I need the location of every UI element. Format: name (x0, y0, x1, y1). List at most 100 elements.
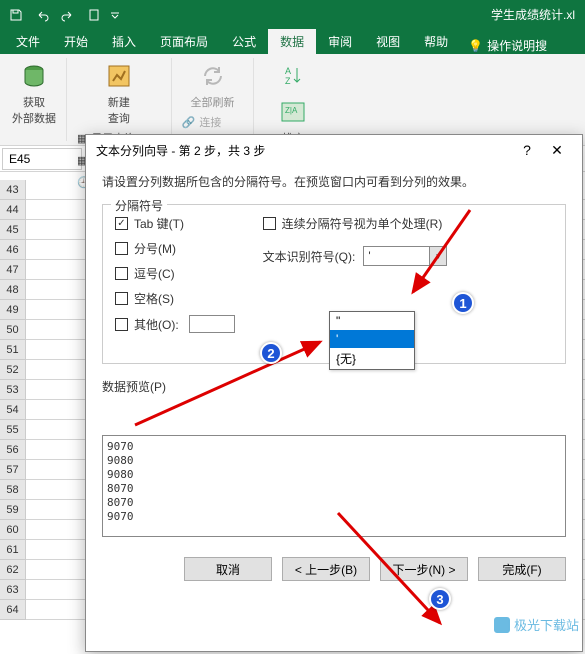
dialog-help-button[interactable]: ? (512, 135, 542, 165)
checkbox-comma-label: 逗号(C) (134, 265, 175, 282)
tab-view[interactable]: 视图 (364, 29, 412, 54)
annotation-badge-2: 2 (260, 342, 282, 364)
checkbox-empty-icon (115, 318, 128, 331)
qualifier-value: ' (368, 249, 370, 263)
tab-home[interactable]: 开始 (52, 29, 100, 54)
dialog-titlebar[interactable]: 文本分列向导 - 第 2 步，共 3 步 ? ✕ (86, 135, 582, 165)
dialog-close-button[interactable]: ✕ (542, 135, 572, 165)
customize-qat-icon[interactable] (108, 3, 122, 27)
name-box[interactable] (2, 148, 82, 170)
row-header[interactable]: 53 (0, 380, 26, 400)
delimiters-legend: 分隔符号 (111, 197, 167, 214)
tab-data[interactable]: 数据 (268, 29, 316, 54)
link-icon: 🔗 (182, 116, 196, 129)
save-icon[interactable] (4, 3, 28, 27)
refresh-all-button[interactable]: 全部刷新 (187, 58, 239, 112)
dialog-buttons: 取消 < 上一步(B) 下一步(N) > 完成(F) (86, 545, 582, 593)
group-connections: 全部刷新 🔗连接 ☰属性 🔗编辑链接 (172, 58, 255, 141)
checkbox-tab[interactable]: ✓Tab 键(T) (115, 215, 235, 232)
group-external-data: 获取 外部数据 (2, 58, 67, 141)
connections-label: 连接 (199, 114, 221, 130)
row-header[interactable]: 56 (0, 440, 26, 460)
back-button[interactable]: < 上一步(B) (282, 557, 370, 581)
row-header[interactable]: 45 (0, 220, 26, 240)
checkbox-semicolon-label: 分号(M) (134, 240, 176, 257)
row-header[interactable]: 57 (0, 460, 26, 480)
tab-formulas[interactable]: 公式 (220, 29, 268, 54)
row-header[interactable]: 46 (0, 240, 26, 260)
svg-text:A: A (285, 66, 291, 76)
tab-help[interactable]: 帮助 (412, 29, 460, 54)
row-header[interactable]: 60 (0, 520, 26, 540)
refresh-all-label: 全部刷新 (191, 94, 235, 110)
finish-button[interactable]: 完成(F) (478, 557, 566, 581)
redo-icon[interactable] (56, 3, 80, 27)
ribbon-tabs: 文件 开始 插入 页面布局 公式 数据 审阅 视图 帮助 💡 操作说明搜 (0, 29, 585, 54)
checkbox-semicolon[interactable]: 分号(M) (115, 240, 235, 257)
undo-icon[interactable] (30, 3, 54, 27)
tab-pagelayout[interactable]: 页面布局 (148, 29, 220, 54)
row-header[interactable]: 52 (0, 360, 26, 380)
get-external-data-button[interactable]: 获取 外部数据 (8, 58, 60, 128)
checkbox-checked-icon: ✓ (115, 217, 128, 230)
checkbox-space-label: 空格(S) (134, 290, 174, 307)
checkbox-empty-icon (115, 292, 128, 305)
qualifier-label: 文本识别符号(Q): (263, 248, 356, 265)
text-to-columns-dialog: 文本分列向导 - 第 2 步，共 3 步 ? ✕ 请设置分列数据所包含的分隔符号… (85, 134, 583, 652)
row-header[interactable]: 58 (0, 480, 26, 500)
checkbox-other-label: 其他(O): (134, 316, 179, 333)
touch-mode-icon[interactable] (82, 3, 106, 27)
other-delimiter-input[interactable] (189, 315, 235, 333)
row-header[interactable]: 48 (0, 280, 26, 300)
row-header[interactable]: 63 (0, 580, 26, 600)
row-header[interactable]: 44 (0, 200, 26, 220)
checkbox-comma[interactable]: 逗号(C) (115, 265, 235, 282)
row-header[interactable]: 50 (0, 320, 26, 340)
tab-review[interactable]: 审阅 (316, 29, 364, 54)
dropdown-option[interactable]: {无} (330, 348, 414, 369)
dialog-title-text: 文本分列向导 - 第 2 步，共 3 步 (96, 142, 265, 159)
row-header[interactable]: 47 (0, 260, 26, 280)
watermark-text: 极光下载站 (514, 615, 579, 634)
row-header[interactable]: 62 (0, 560, 26, 580)
group-get-transform: 新建 查询 ▦显示查询 ▦从表格 🕘最近使用的源 (67, 58, 172, 141)
lightbulb-icon: 💡 (468, 39, 483, 53)
row-header[interactable]: 54 (0, 400, 26, 420)
qualifier-dropdown-list[interactable]: "'{无} (329, 311, 415, 370)
filename: 学生成绩统计.xl (491, 6, 581, 23)
watermark-icon (494, 617, 510, 633)
tab-insert[interactable]: 插入 (100, 29, 148, 54)
preview-box[interactable]: 9070 9080 9080 8070 8070 9070 (102, 435, 566, 537)
checkbox-empty-icon (115, 242, 128, 255)
checkbox-consecutive-label: 连续分隔符号视为单个处理(R) (282, 215, 443, 232)
new-query-icon (103, 60, 135, 92)
next-button[interactable]: 下一步(N) > (380, 557, 468, 581)
external-data-icon (18, 60, 50, 92)
checkbox-other[interactable]: 其他(O): (115, 315, 235, 333)
new-query-button[interactable]: 新建 查询 (99, 58, 139, 128)
tab-file[interactable]: 文件 (4, 29, 52, 54)
dialog-description: 请设置分列数据所包含的分隔符号。在预览窗口内可看到分列的效果。 (102, 173, 566, 190)
refresh-icon (197, 60, 229, 92)
checkbox-space[interactable]: 空格(S) (115, 290, 235, 307)
titlebar: 学生成绩统计.xl (0, 0, 585, 29)
row-header[interactable]: 49 (0, 300, 26, 320)
get-external-label: 获取 外部数据 (12, 94, 56, 126)
row-header[interactable]: 51 (0, 340, 26, 360)
text-qualifier-select[interactable]: ' ▾ (363, 246, 447, 266)
connections-button[interactable]: 🔗连接 (178, 112, 248, 132)
row-header[interactable]: 64 (0, 600, 26, 620)
row-header[interactable]: 59 (0, 500, 26, 520)
chevron-down-icon[interactable]: ▾ (429, 247, 446, 265)
tell-me-label: 操作说明搜 (487, 37, 547, 54)
cancel-button[interactable]: 取消 (184, 557, 272, 581)
row-header[interactable]: 61 (0, 540, 26, 560)
checkbox-empty-icon (263, 217, 276, 230)
tell-me-search[interactable]: 💡 操作说明搜 (468, 37, 547, 54)
row-header[interactable]: 55 (0, 420, 26, 440)
sort-button[interactable]: AZ (275, 58, 311, 94)
checkbox-consecutive[interactable]: 连续分隔符号视为单个处理(R) (263, 215, 448, 232)
row-header[interactable]: 43 (0, 180, 26, 200)
dropdown-option[interactable]: " (330, 312, 414, 330)
dropdown-option[interactable]: ' (330, 330, 414, 348)
